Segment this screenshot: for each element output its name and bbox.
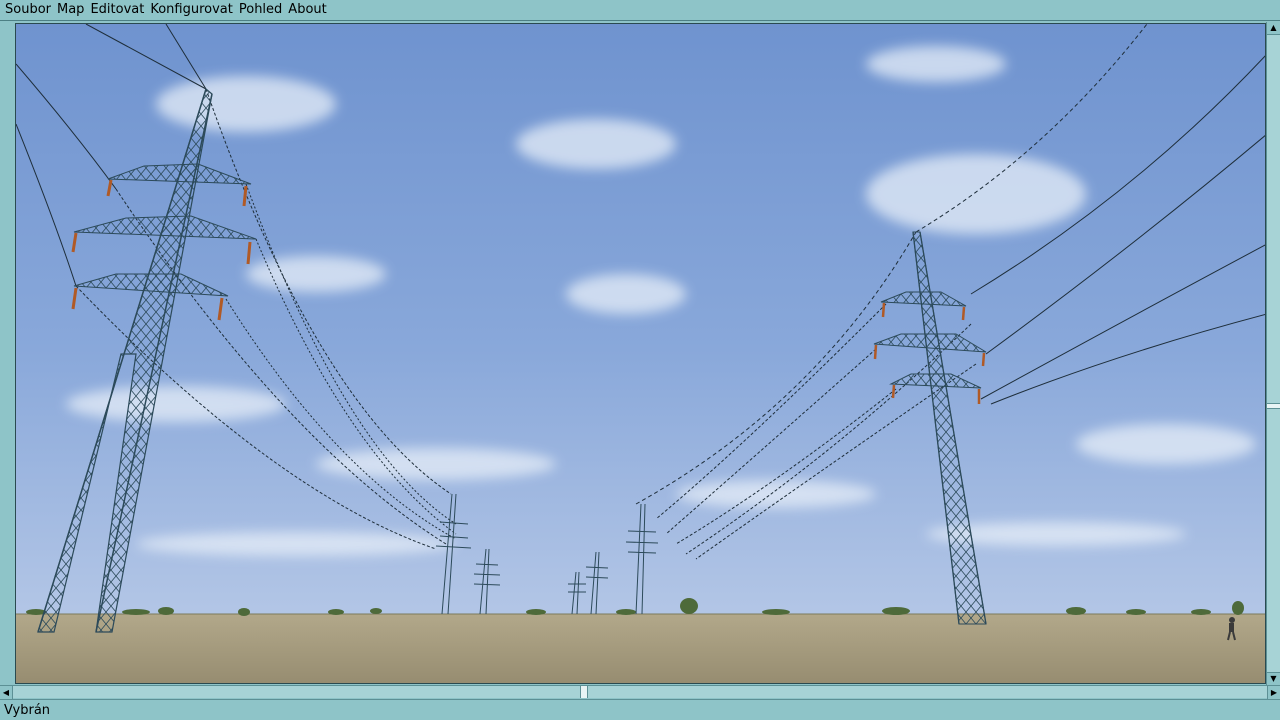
menu-map[interactable]: Map <box>54 0 87 20</box>
scroll-down-icon[interactable]: ▼ <box>1267 672 1280 685</box>
status-text: Vybrán <box>4 702 51 718</box>
scroll-left-icon[interactable]: ◀ <box>0 686 13 699</box>
editor-window: Soubor Map Editovat Konfigurovat Pohled … <box>0 0 1280 720</box>
ground <box>16 614 1265 683</box>
3d-viewport[interactable] <box>15 23 1266 684</box>
menu-about[interactable]: About <box>285 0 329 20</box>
horizontal-scroll-thumb[interactable] <box>580 686 588 698</box>
vertical-scrollbar[interactable]: ▲ ▼ <box>1266 22 1280 685</box>
menu-pohled[interactable]: Pohled <box>236 0 285 20</box>
menu-soubor[interactable]: Soubor <box>2 0 54 20</box>
scene-render <box>16 24 1265 683</box>
viewport-frame <box>0 22 1280 685</box>
menu-editovat[interactable]: Editovat <box>87 0 147 20</box>
scroll-up-icon[interactable]: ▲ <box>1267 22 1280 35</box>
horizontal-scrollbar[interactable]: ◀ ▶ <box>0 685 1280 699</box>
menu-bar: Soubor Map Editovat Konfigurovat Pohled … <box>0 0 1280 21</box>
status-bar: Vybrán <box>0 699 1280 720</box>
vertical-scroll-thumb[interactable] <box>1267 403 1280 409</box>
scroll-right-icon[interactable]: ▶ <box>1267 686 1280 699</box>
menu-konfigurovat[interactable]: Konfigurovat <box>147 0 236 20</box>
